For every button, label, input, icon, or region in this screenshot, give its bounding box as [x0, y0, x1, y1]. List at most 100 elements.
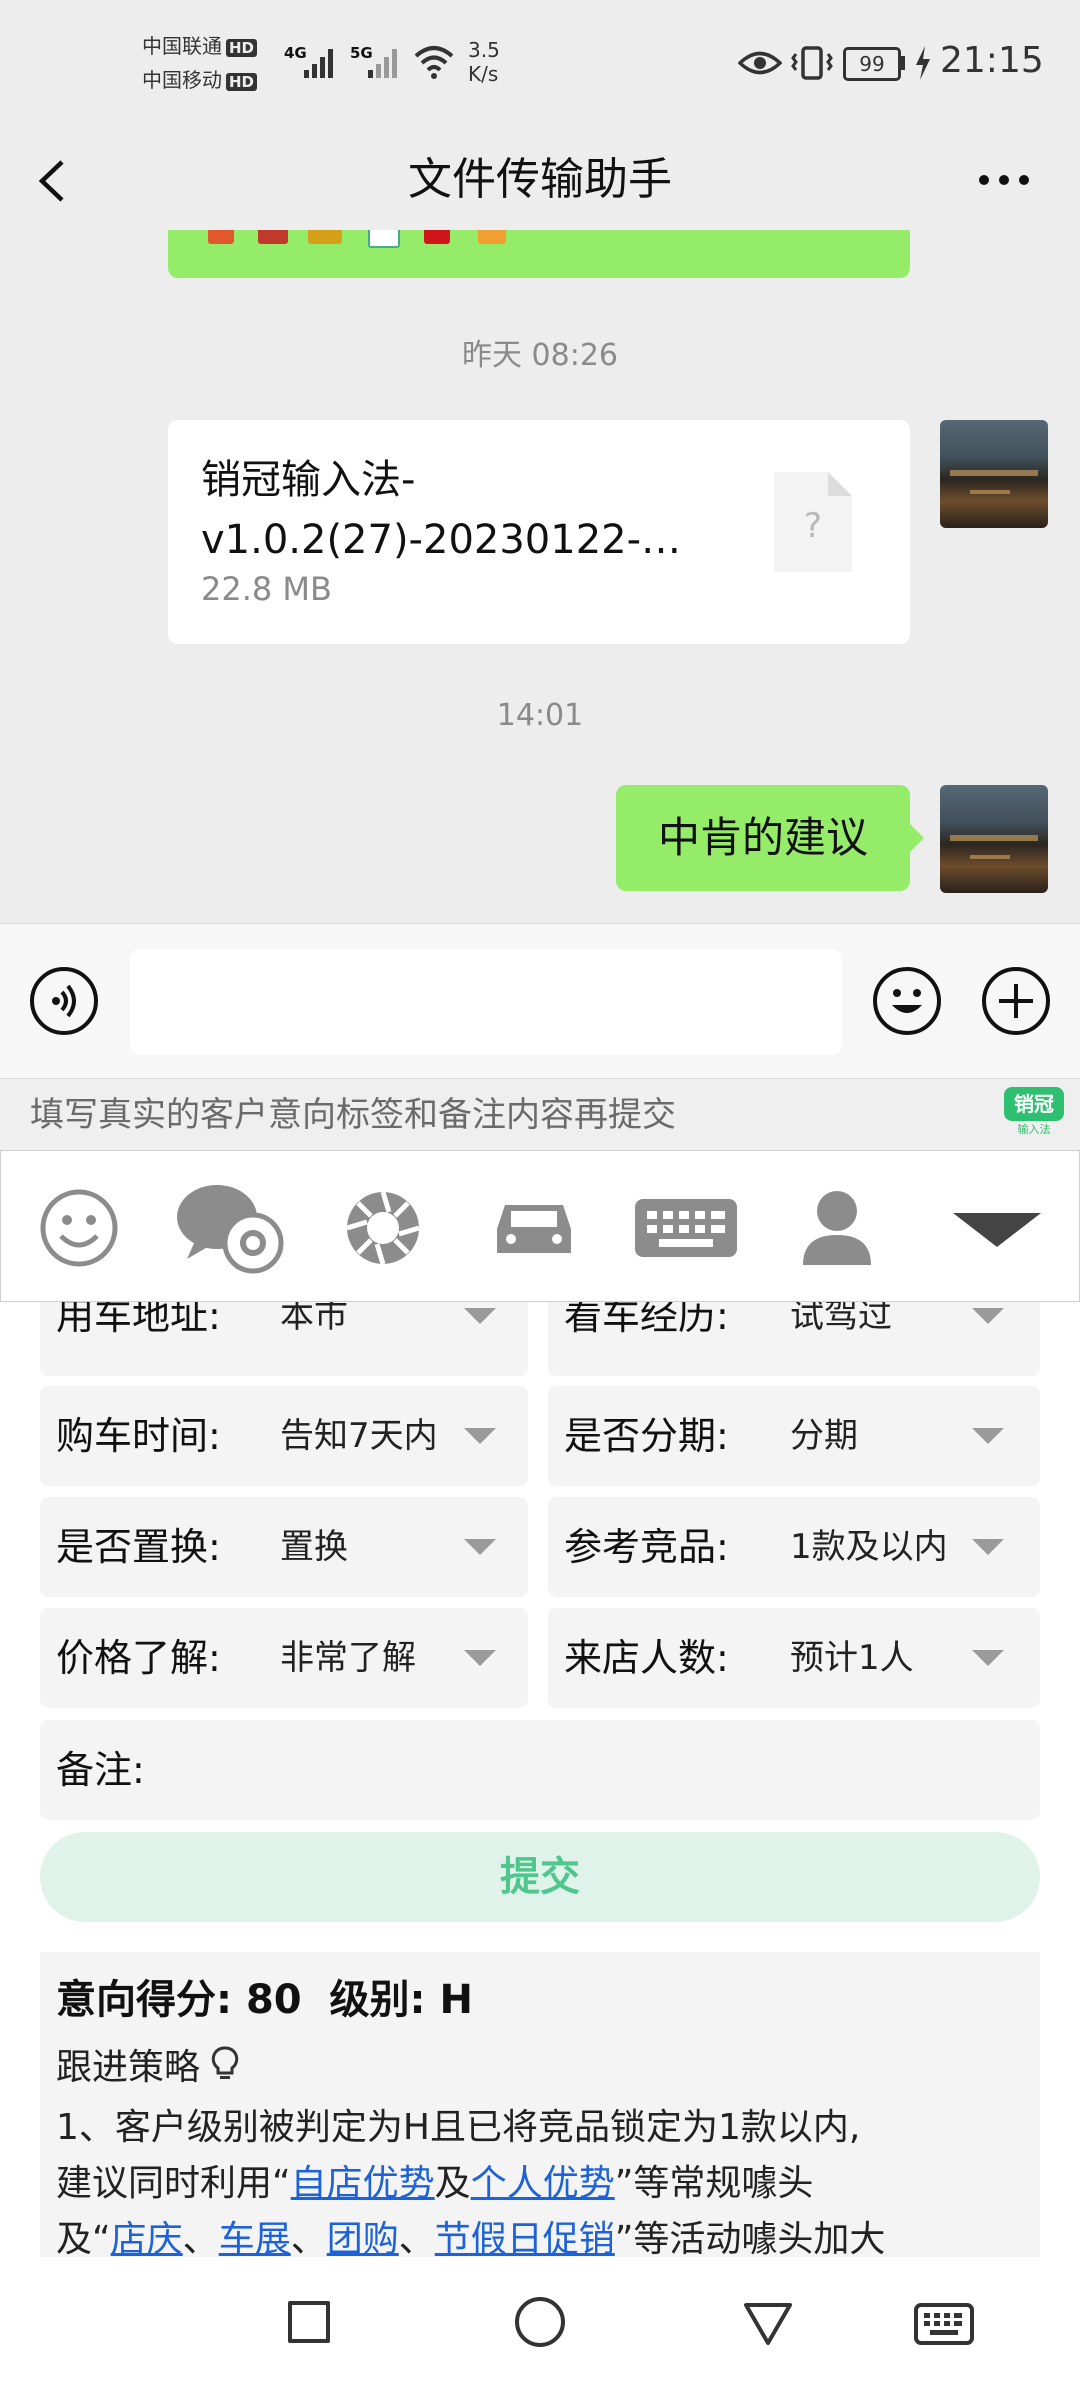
- hint-text: 填写真实的客户意向标签和备注内容再提交: [30, 1095, 676, 1135]
- field-competitor[interactable]: 参考竞品: 1款及以内: [548, 1497, 1040, 1597]
- previous-message-bubble[interactable]: [168, 230, 910, 278]
- field-label: 来店人数:: [564, 1636, 729, 1680]
- car-icon[interactable]: [491, 1195, 577, 1261]
- note-field[interactable]: 备注:: [40, 1720, 1040, 1820]
- person-icon[interactable]: [801, 1189, 873, 1267]
- message-input[interactable]: [130, 949, 842, 1055]
- system-nav-bar: [0, 2257, 1080, 2400]
- keyboard-icon[interactable]: [633, 1197, 739, 1259]
- signal-icon-1: [304, 49, 333, 78]
- carrier-1: 中国联通 HD: [142, 30, 258, 62]
- field-trade-in[interactable]: 是否置换: 置换: [40, 1497, 528, 1597]
- field-usage-address[interactable]: 用车地址: 本市: [40, 1302, 528, 1376]
- field-value: 告知7天内: [280, 1416, 438, 1456]
- field-label: 参考竞品:: [564, 1525, 729, 1569]
- field-value: 非常了解: [280, 1638, 416, 1678]
- strategy-heading: 跟进策略: [56, 2040, 239, 2096]
- dropdown-arrow-icon: [464, 1428, 496, 1444]
- submit-button[interactable]: 提交: [40, 1832, 1040, 1922]
- sticker-icon: [368, 230, 400, 248]
- unknown-file-icon: ?: [774, 472, 852, 572]
- link-auto-show[interactable]: 车展: [219, 2219, 291, 2257]
- home-icon[interactable]: [515, 2297, 565, 2347]
- field-label: 价格了解:: [56, 1636, 221, 1680]
- field-label: 用车地址:: [56, 1302, 221, 1338]
- link-own-store-advantage[interactable]: 自店优势: [291, 2163, 435, 2204]
- smiley-icon[interactable]: [39, 1188, 119, 1268]
- sticker-icon: [478, 230, 506, 244]
- recent-apps-icon[interactable]: [288, 2301, 330, 2343]
- field-value: 试驾过: [790, 1302, 892, 1336]
- dropdown-arrow-icon: [464, 1308, 496, 1324]
- dropdown-arrow-icon: [464, 1539, 496, 1555]
- message-text: 中肯的建议: [657, 813, 868, 862]
- field-value: 1款及以内: [790, 1527, 948, 1567]
- note-label: 备注:: [56, 1748, 145, 1792]
- sticker-icon: [308, 230, 342, 244]
- intent-form-panel: 用车地址: 本市 看车经历: 试驾过 购车时间: 告知7天内 是否分期: 分期 …: [0, 1302, 1080, 2257]
- emoji-icon[interactable]: [873, 967, 941, 1035]
- page-title: 文件传输助手: [408, 154, 672, 205]
- back-icon[interactable]: [742, 2301, 794, 2347]
- chat-settings-icon[interactable]: [175, 1181, 285, 1275]
- field-price-knowledge[interactable]: 价格了解: 非常了解: [40, 1608, 528, 1708]
- dropdown-arrow-icon: [972, 1539, 1004, 1555]
- lightbulb-icon: [212, 2046, 239, 2079]
- field-value: 分期: [790, 1416, 858, 1456]
- xiaoguan-logo[interactable]: 销冠 输入法: [1004, 1087, 1064, 1145]
- field-label: 是否置换:: [56, 1525, 221, 1569]
- field-visitor-count[interactable]: 来店人数: 预计1人: [548, 1608, 1040, 1708]
- link-personal-advantage[interactable]: 个人优势: [471, 2163, 615, 2204]
- sticker-icon: [424, 230, 450, 244]
- avatar[interactable]: [940, 785, 1048, 893]
- keyboard-switch-icon[interactable]: [914, 2303, 974, 2345]
- bubble-tail: [910, 824, 924, 852]
- sticker-icon: [208, 230, 234, 244]
- field-label: 看车经历:: [564, 1302, 729, 1338]
- link-anniversary[interactable]: 店庆: [111, 2219, 183, 2257]
- vibrate-icon: [791, 46, 833, 80]
- field-viewing-experience[interactable]: 看车经历: 试驾过: [548, 1302, 1040, 1376]
- ime-toolbar: [0, 1150, 1080, 1302]
- link-group-buy[interactable]: 团购: [327, 2219, 399, 2257]
- charging-icon: [916, 46, 930, 80]
- plus-icon[interactable]: [982, 967, 1050, 1035]
- field-value: 本市: [280, 1302, 348, 1336]
- field-label: 购车时间:: [56, 1414, 221, 1458]
- file-message-bubble[interactable]: 销冠输入法- v1.0.2(27)-20230122-… 22.8 MB ?: [168, 420, 910, 644]
- field-label: 是否分期:: [564, 1414, 729, 1458]
- timestamp: 昨天 08:26: [462, 338, 618, 373]
- field-purchase-time[interactable]: 购车时间: 告知7天内: [40, 1386, 528, 1486]
- timestamp: 14:01: [496, 698, 584, 733]
- avatar[interactable]: [940, 420, 1048, 528]
- sticker-icon: [258, 230, 288, 244]
- voice-icon[interactable]: [30, 967, 98, 1035]
- signal-icon-2: [368, 49, 397, 78]
- text-message-bubble[interactable]: 中肯的建议: [616, 785, 910, 891]
- dropdown-arrow-icon: [464, 1650, 496, 1666]
- field-value: 预计1人: [790, 1638, 914, 1678]
- level-value: H: [439, 1977, 473, 2023]
- clock: 21:15: [940, 40, 1044, 81]
- file-name: 销冠输入法- v1.0.2(27)-20230122-…: [201, 457, 682, 563]
- more-icon[interactable]: [976, 170, 1032, 190]
- input-bar: [0, 923, 1080, 1079]
- file-size: 22.8 MB: [201, 570, 332, 608]
- link-holiday-promo[interactable]: 节假日促销: [435, 2219, 615, 2257]
- top-nav-bar: 文件传输助手: [0, 130, 1080, 230]
- shutter-icon[interactable]: [343, 1188, 423, 1268]
- eye-icon: [738, 51, 782, 75]
- chat-area[interactable]: 昨天 08:26 销冠输入法- v1.0.2(27)-20230122-… 22…: [0, 230, 1080, 923]
- status-bar: 中国联通 HD 中国移动 HD 4G 5G 3.5 K/s 99 21:15: [0, 0, 1080, 130]
- field-installment[interactable]: 是否分期: 分期: [548, 1386, 1040, 1486]
- dropdown-arrow-icon: [972, 1428, 1004, 1444]
- field-value: 置换: [280, 1527, 348, 1567]
- strategy-text: 1、客户级别被判定为H且已将竞品锁定为1款以内, 建议同时利用“自店优势及个人优…: [56, 2100, 885, 2257]
- result-panel: 意向得分: 80 级别: H 跟进策略 1、客户级别被判定为H且已将竞品锁定为1…: [40, 1952, 1040, 2257]
- carrier-2: 中国移动 HD: [142, 64, 258, 96]
- ime-hint-bar: 填写真实的客户意向标签和备注内容再提交 销冠 输入法: [0, 1078, 1080, 1151]
- dropdown-arrow-icon: [972, 1650, 1004, 1666]
- collapse-icon[interactable]: [949, 1209, 1045, 1249]
- net-speed: 3.5 K/s: [468, 38, 500, 86]
- score-value: 80: [245, 1977, 302, 2023]
